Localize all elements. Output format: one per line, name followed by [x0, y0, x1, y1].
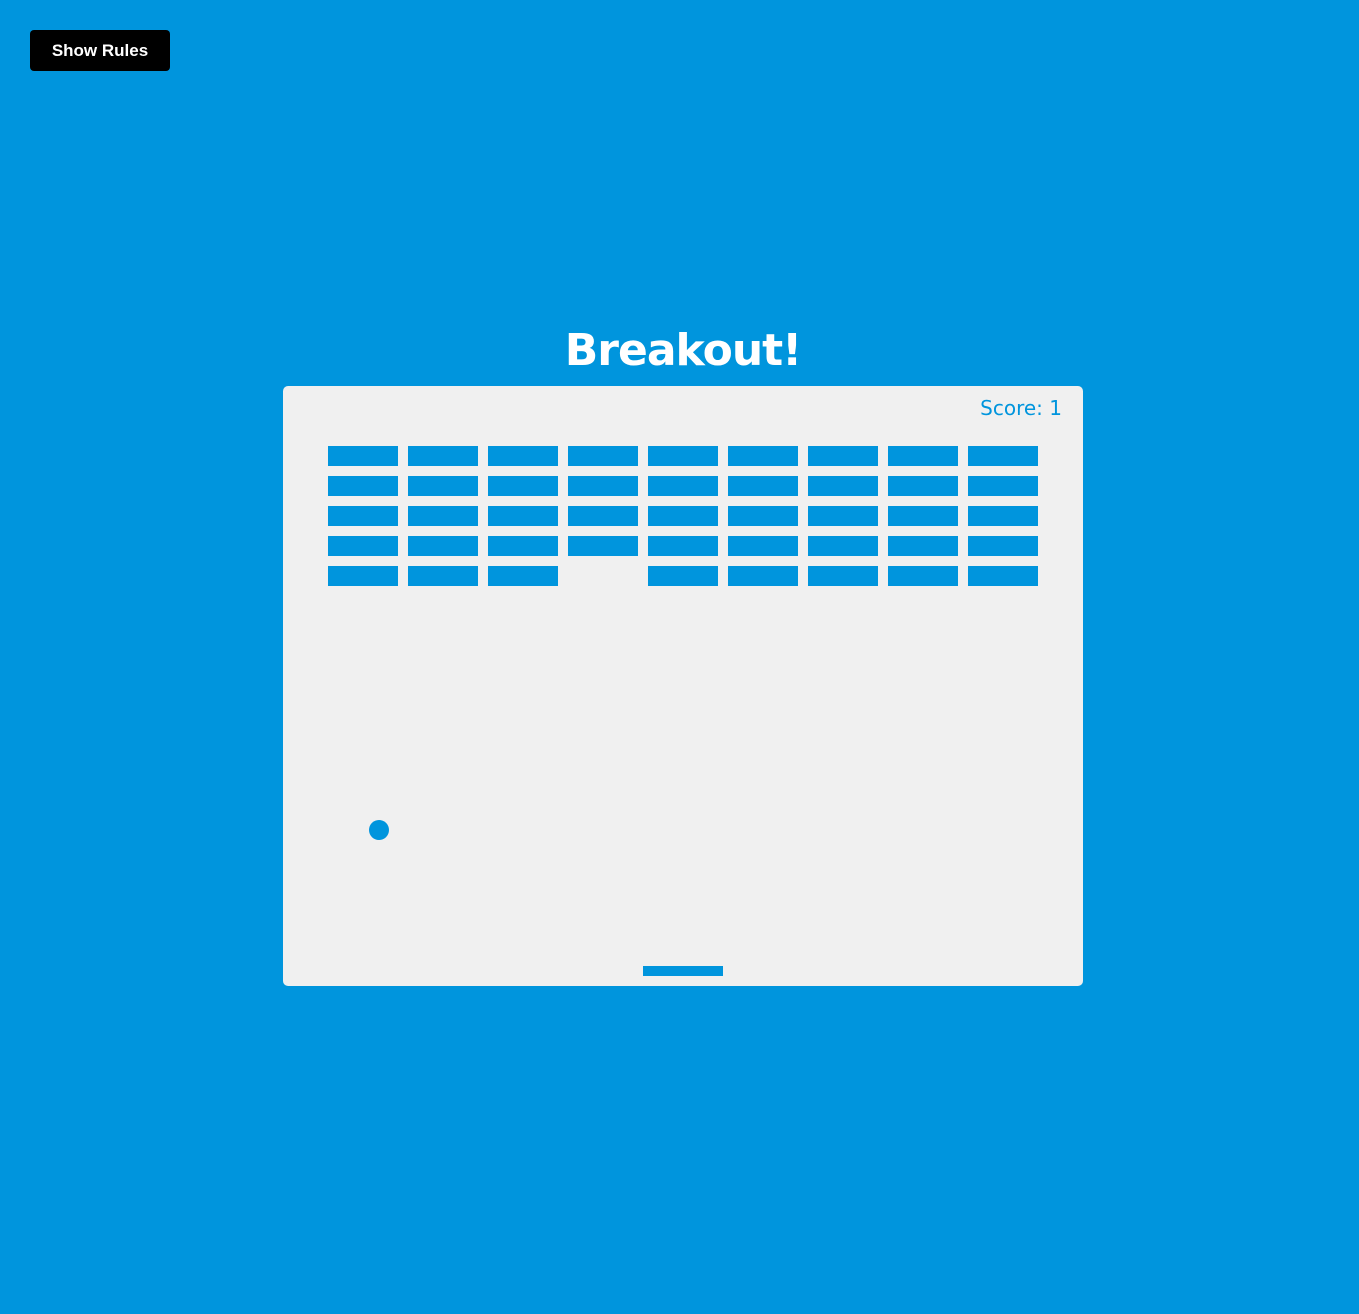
brick [648, 476, 718, 496]
brick [408, 476, 478, 496]
brick [328, 536, 398, 556]
brick [568, 536, 638, 556]
brick [488, 476, 558, 496]
brick [968, 566, 1038, 586]
brick [968, 536, 1038, 556]
brick [328, 446, 398, 466]
brick [648, 506, 718, 526]
brick [648, 536, 718, 556]
brick [568, 506, 638, 526]
brick [808, 566, 878, 586]
brick [728, 476, 798, 496]
brick [568, 476, 638, 496]
brick [728, 566, 798, 586]
show-rules-button[interactable]: Show Rules [30, 30, 170, 71]
brick [728, 446, 798, 466]
brick [648, 446, 718, 466]
brick [408, 506, 478, 526]
game-canvas[interactable]: Score: 1 [283, 386, 1083, 986]
brick [408, 566, 478, 586]
brick [808, 476, 878, 496]
brick [488, 506, 558, 526]
brick [888, 566, 958, 586]
brick [728, 536, 798, 556]
score-display: Score: 1 [980, 396, 1062, 420]
brick [568, 446, 638, 466]
brick [888, 476, 958, 496]
brick [808, 446, 878, 466]
brick [888, 536, 958, 556]
brick [968, 506, 1038, 526]
brick [488, 536, 558, 556]
brick [728, 506, 798, 526]
brick [328, 566, 398, 586]
brick [648, 566, 718, 586]
ball [369, 820, 389, 840]
brick [968, 476, 1038, 496]
brick [408, 536, 478, 556]
brick [488, 446, 558, 466]
brick [488, 566, 558, 586]
brick [968, 446, 1038, 466]
brick [888, 506, 958, 526]
game-title: Breakout! [564, 325, 803, 376]
brick [328, 506, 398, 526]
brick [808, 536, 878, 556]
brick [328, 476, 398, 496]
brick [888, 446, 958, 466]
brick [808, 506, 878, 526]
brick [408, 446, 478, 466]
paddle[interactable] [643, 966, 723, 976]
